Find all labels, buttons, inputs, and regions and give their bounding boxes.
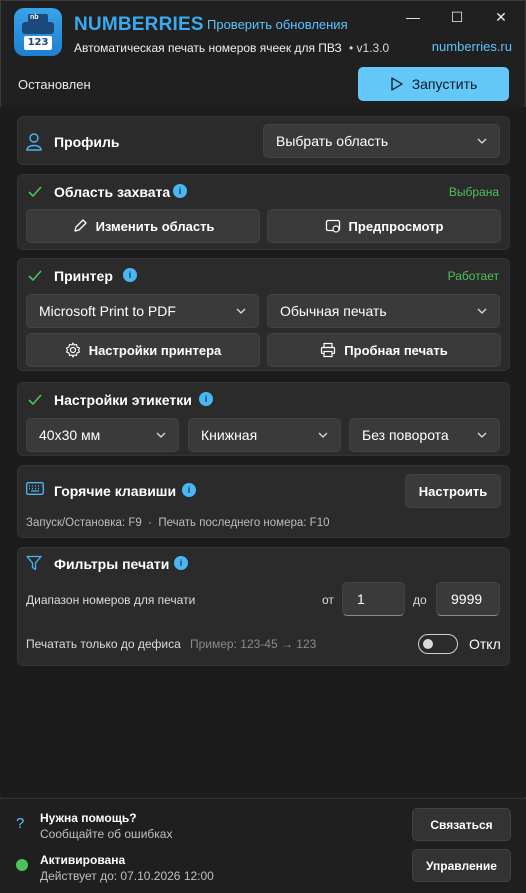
logo-label: 123 [24,36,52,50]
minimize-button[interactable]: — [402,6,424,28]
hyphen-label: Печатать только до дефиса [26,637,181,651]
preview-label: Предпросмотр [348,218,444,234]
print-mode-select[interactable]: Обычная печать [267,294,500,328]
help-icon: ? [16,815,25,832]
capture-card: Область захвата i Выбрана Изменить облас… [17,174,510,250]
info-icon[interactable]: i [182,483,196,497]
info-icon[interactable]: i [173,184,187,198]
printer-select-value: Microsoft Print to PDF [39,303,176,319]
activation-status-icon [16,859,28,871]
rotation-select[interactable]: Без поворота [349,418,500,452]
info-icon[interactable]: i [123,268,137,282]
app-logo: nb 123 [14,8,62,56]
range-from-value: 1 [357,591,365,607]
help-title: Нужна помощь? [40,811,137,825]
configure-hotkeys-label: Настроить [418,483,488,499]
capture-title: Область захвата [54,184,171,200]
printer-settings-button[interactable]: Настройки принтера [26,333,260,367]
check-updates-link[interactable]: Проверить обновления [207,17,348,32]
printer-card: Принтер i Работает Microsoft Print to PD… [17,258,510,371]
contact-button[interactable]: Связаться [412,808,511,841]
printer-select[interactable]: Microsoft Print to PDF [26,294,259,328]
hyphen-toggle-state: Откл [469,636,501,652]
hotkeys-description: Запуск/Остановка: F9 · Печать последнего… [26,517,330,529]
configure-hotkeys-button[interactable]: Настроить [405,474,501,508]
filter-icon [26,555,42,571]
check-icon [28,186,42,198]
manage-button[interactable]: Управление [412,849,511,882]
preview-button[interactable]: Предпросмотр [267,209,501,243]
range-to-input[interactable]: 9999 [436,582,500,616]
orientation-select[interactable]: Книжная [188,418,341,452]
label-size-select[interactable]: 40x30 мм [26,418,179,452]
range-to-value: 9999 [451,591,483,607]
activation-subtitle: Действует до: 07.10.2026 12:00 [40,869,214,883]
chevron-down-icon [318,432,328,438]
preview-icon [325,219,340,233]
chevron-down-icon [477,432,487,438]
range-from-label: от [322,593,334,607]
activation-title: Активирована [40,853,126,867]
printer-status: Работает [447,269,499,283]
printer-title: Принтер [54,268,113,284]
hotkeys-title: Горячие клавиши [54,483,177,499]
change-area-button[interactable]: Изменить область [26,209,260,243]
label-card: Настройки этикетки i 40x30 мм Книжная Бе… [17,382,510,456]
filters-title: Фильтры печати [54,556,170,572]
rotation-value: Без поворота [362,427,449,443]
profile-title: Профиль [54,134,120,150]
app-title: NUMBERRIES [74,14,204,35]
chevron-down-icon [156,432,166,438]
range-from-input[interactable]: 1 [342,582,405,616]
printer-icon [321,342,336,358]
range-label: Диапазон номеров для печати [26,593,196,607]
play-icon [391,77,403,91]
label-title: Настройки этикетки [54,392,192,408]
start-button-label: Запустить [411,76,478,92]
check-icon [28,394,42,406]
print-mode-value: Обычная печать [280,303,387,319]
orientation-value: Книжная [201,427,258,443]
app-version: • v1.3.0 [349,41,390,55]
test-print-label: Пробная печать [344,342,448,358]
filters-card: Фильтры печати i Диапазон номеров для пе… [17,547,510,666]
capture-status: Выбрана [448,185,499,199]
close-button[interactable]: ✕ [490,6,512,28]
app-subtitle: Автоматическая печать номеров ячеек для … [74,41,342,55]
hyphen-toggle[interactable] [418,634,458,654]
logo-stamp-body [22,22,54,34]
help-subtitle: Сообщайте об ошибках [40,827,173,841]
chevron-down-icon [477,308,487,314]
printer-settings-label: Настройки принтера [88,342,222,358]
profile-select-value: Выбрать область [276,133,389,149]
start-button[interactable]: Запустить [358,67,509,101]
info-icon[interactable]: i [199,392,213,406]
test-print-button[interactable]: Пробная печать [267,333,501,367]
change-area-label: Изменить область [95,218,215,234]
maximize-button[interactable]: ☐ [446,6,468,28]
info-icon[interactable]: i [174,556,188,570]
range-to-label: до [413,593,427,607]
label-size-value: 40x30 мм [39,427,101,443]
website-link[interactable]: numberries.ru [432,39,512,54]
user-icon [26,133,42,151]
logo-tag: nb [30,14,39,21]
gear-icon [65,342,80,358]
profile-card: Профиль Выбрать область [17,116,510,165]
run-status: Остановлен [18,77,91,92]
check-icon [28,270,42,282]
pencil-icon [73,219,87,232]
chevron-down-icon [477,138,487,144]
hotkeys-card: Горячие клавиши i Настроить Запуск/Остан… [17,465,510,538]
keyboard-icon [26,482,44,495]
toggle-knob [423,639,433,649]
hyphen-example: Пример: 123-45 → 123 [190,637,317,651]
chevron-down-icon [236,308,246,314]
profile-select[interactable]: Выбрать область [263,124,500,158]
